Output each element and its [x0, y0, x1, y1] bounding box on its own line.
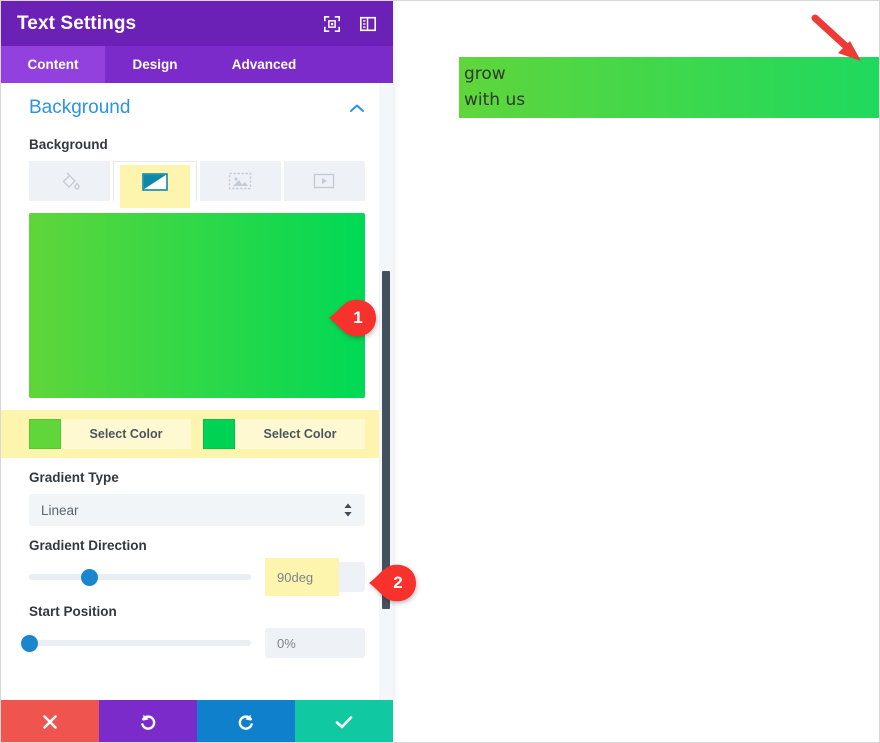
background-section-header[interactable]: Background — [1, 83, 393, 125]
color-swatch-2[interactable] — [203, 419, 235, 449]
background-color-tab[interactable] — [29, 161, 111, 201]
panel-header: Text Settings — [1, 1, 393, 46]
focus-target-icon[interactable] — [323, 15, 341, 33]
gradient-direction-label: Gradient Direction — [29, 538, 147, 553]
tab-design[interactable]: Design — [105, 46, 205, 83]
redo-icon — [238, 714, 253, 730]
gradient-type-select[interactable]: Linear — [29, 494, 365, 526]
chevron-up-icon[interactable] — [349, 103, 365, 113]
check-icon — [335, 716, 353, 729]
start-position-input[interactable]: 0% — [265, 628, 365, 658]
panel-scrollbar-thumb[interactable] — [382, 271, 390, 609]
gradient-direction-field: Gradient Direction 90deg — [1, 538, 393, 596]
close-button[interactable] — [1, 700, 99, 742]
gradient-color-row: Select Color Select Color — [1, 410, 393, 458]
slider-thumb[interactable] — [21, 635, 38, 652]
gradient-color-stop-2: Select Color — [203, 419, 365, 449]
background-field-label: Background — [29, 137, 108, 152]
gradient-type-field: Gradient Type Linear — [1, 470, 393, 526]
callout-pin-2-number: 2 — [393, 573, 403, 592]
gradient-direction-slider[interactable] — [29, 568, 251, 586]
gradient-type-value: Linear — [41, 502, 79, 518]
background-video-tab[interactable] — [283, 161, 365, 201]
select-arrows-icon — [344, 503, 352, 517]
text-module-preview[interactable]: grow with us — [459, 57, 879, 118]
screenshot-root: grow with us Text Settings Content Desig… — [0, 0, 880, 743]
tab-content[interactable]: Content — [1, 46, 105, 83]
gradient-direction-input[interactable]: 90deg — [265, 558, 365, 596]
text-settings-panel: Text Settings Content Design Advanced Ba… — [1, 1, 393, 742]
tab-advanced[interactable]: Advanced — [205, 46, 323, 83]
video-icon — [314, 173, 335, 189]
undo-icon — [141, 714, 156, 730]
layout-panel-icon[interactable] — [359, 15, 377, 33]
panel-scrollbar-track[interactable] — [379, 83, 393, 701]
color-swatch-1[interactable] — [29, 419, 61, 449]
red-arrow-annotation — [811, 14, 861, 61]
slider-track — [29, 640, 251, 646]
gradient-type-label: Gradient Type — [29, 470, 119, 485]
background-gradient-tab[interactable] — [113, 161, 197, 208]
callout-pin-1-number: 1 — [353, 308, 363, 327]
select-color-button-2[interactable]: Select Color — [235, 419, 365, 449]
paint-bucket-icon — [62, 172, 80, 190]
select-color-button-1[interactable]: Select Color — [61, 419, 191, 449]
panel-toolbar — [1, 700, 393, 742]
gradient-preview[interactable] — [29, 213, 365, 398]
panel-header-icons — [323, 15, 377, 33]
start-position-slider[interactable] — [21, 634, 251, 652]
preview-canvas: grow with us — [394, 1, 879, 742]
gradient-color-stop-1: Select Color — [29, 419, 191, 449]
close-icon — [43, 715, 57, 729]
slider-track — [29, 574, 251, 580]
page-title: Text Settings — [17, 12, 137, 34]
gradient-direction-control: 90deg — [29, 558, 365, 596]
save-button[interactable] — [295, 700, 393, 742]
image-icon — [228, 172, 252, 190]
start-position-control: 0% — [21, 628, 365, 658]
start-position-field: Start Position 0% — [1, 604, 393, 658]
undo-button[interactable] — [99, 700, 197, 742]
gradient-direction-value: 90deg — [277, 569, 314, 585]
gradient-icon — [142, 172, 168, 191]
background-image-tab[interactable] — [199, 161, 281, 201]
start-position-label: Start Position — [29, 604, 117, 619]
section-title: Background — [29, 97, 131, 118]
slider-thumb[interactable] — [80, 569, 98, 586]
panel-scroll-body: Background Background Select Color Selec… — [1, 83, 393, 701]
background-type-field: Background — [1, 137, 393, 208]
start-position-value: 0% — [277, 635, 296, 651]
redo-button[interactable] — [197, 700, 295, 742]
module-text-line-2: with us — [464, 90, 526, 110]
background-type-tabs — [29, 161, 365, 208]
panel-tabs: Content Design Advanced — [1, 46, 393, 83]
